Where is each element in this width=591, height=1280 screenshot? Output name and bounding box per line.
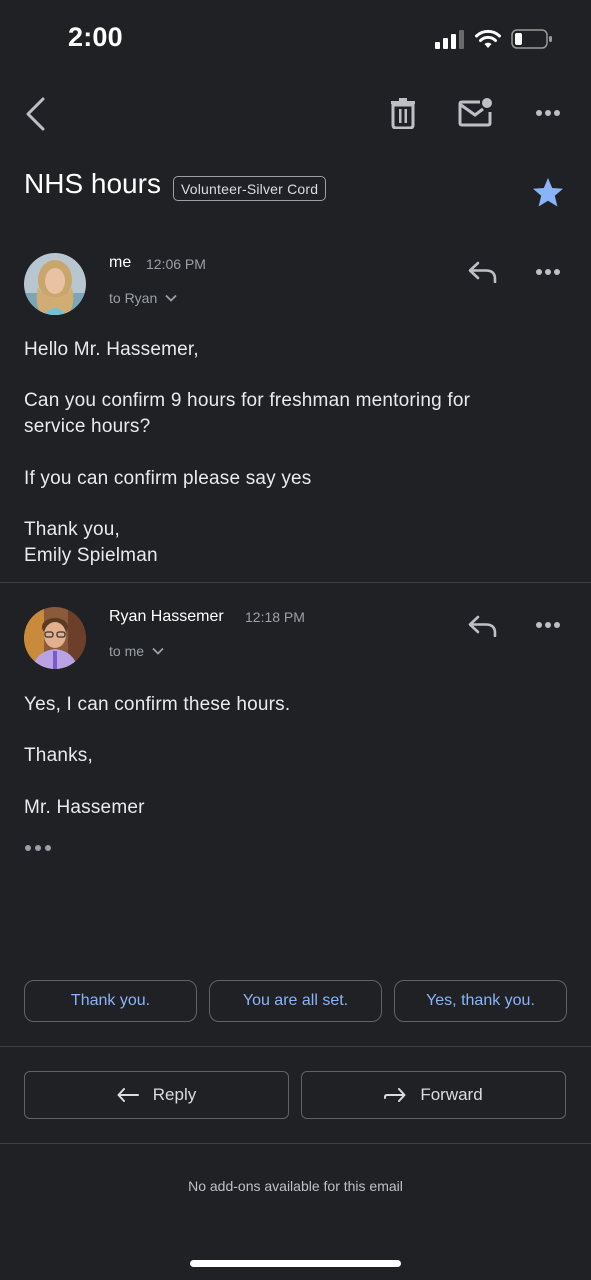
more-options-button[interactable] [532, 103, 564, 123]
reply-label: Reply [152, 1085, 197, 1104]
email-subject: NHS hours [24, 168, 161, 199]
chevron-down-icon [152, 647, 164, 655]
wifi-icon [475, 29, 501, 48]
smart-reply-button[interactable]: Yes, thank you. [394, 980, 567, 1022]
show-trimmed-content-button[interactable] [24, 840, 56, 856]
addons-message: No add-ons available for this email [188, 1178, 403, 1194]
forward-label: Forward [420, 1085, 483, 1104]
message-divider [0, 582, 591, 583]
message-body-line: Yes, I can confirm these hours. [24, 694, 291, 715]
back-button[interactable] [18, 96, 52, 132]
sender-name: me [109, 254, 132, 271]
status-time: 2:00 [68, 22, 123, 52]
more-horizontal-icon [536, 110, 560, 116]
sender-name: Ryan Hassemer [109, 608, 224, 625]
smart-reply-button[interactable]: Thank you. [24, 980, 197, 1022]
message-body-line: Thank you, [24, 519, 120, 540]
reply-button[interactable] [464, 257, 500, 287]
home-indicator[interactable] [190, 1260, 401, 1267]
section-divider [0, 1046, 591, 1047]
avatar-photo-icon [24, 253, 86, 315]
trash-icon [391, 98, 415, 129]
chevron-down-icon [165, 294, 177, 302]
star-icon [533, 177, 563, 206]
forward-action-button[interactable]: Forward [301, 1071, 566, 1119]
message-more-button[interactable] [532, 615, 564, 635]
section-divider [0, 1143, 591, 1144]
avatar-photo-icon [24, 607, 86, 669]
reply-icon [468, 261, 497, 283]
message-more-button[interactable] [532, 262, 564, 282]
message-body-line: Emily Spielman [24, 545, 158, 566]
message-body-line: Mr. Hassemer [24, 797, 145, 818]
reply-arrow-icon [117, 1088, 139, 1102]
forward-arrow-icon [384, 1088, 406, 1102]
reply-button[interactable] [464, 611, 500, 641]
message-time: 12:18 PM [245, 609, 305, 625]
mark-unread-icon [458, 98, 492, 127]
battery-icon [511, 29, 552, 49]
reply-icon [468, 615, 497, 637]
delete-button[interactable] [386, 95, 420, 131]
recipients-toggle[interactable]: to Ryan [109, 290, 177, 306]
reply-action-button[interactable]: Reply [24, 1071, 289, 1119]
message-body-line: Can you confirm 9 hours for freshman men… [24, 390, 471, 437]
status-icons [435, 26, 553, 52]
star-button[interactable] [531, 175, 565, 209]
label-chip[interactable]: Volunteer-Silver Cord [173, 176, 327, 201]
sender-avatar[interactable] [24, 253, 86, 315]
ellipsis-icon [25, 845, 51, 851]
recipients-text: to Ryan [109, 290, 158, 306]
sender-avatar[interactable] [24, 607, 86, 669]
more-horizontal-icon [536, 269, 560, 275]
more-horizontal-icon [536, 622, 560, 628]
mark-unread-button[interactable] [458, 97, 494, 129]
message-time: 12:06 PM [146, 256, 206, 272]
message-body-line: Thanks, [24, 745, 93, 766]
smart-reply-button[interactable]: You are all set. [209, 980, 382, 1022]
back-arrow-icon [26, 97, 45, 131]
message-body-line: If you can confirm please say yes [24, 468, 312, 489]
recipients-toggle[interactable]: to me [109, 643, 164, 659]
signal-icon [435, 30, 464, 49]
recipients-text: to me [109, 643, 145, 659]
message-body-line: Hello Mr. Hassemer, [24, 339, 199, 360]
